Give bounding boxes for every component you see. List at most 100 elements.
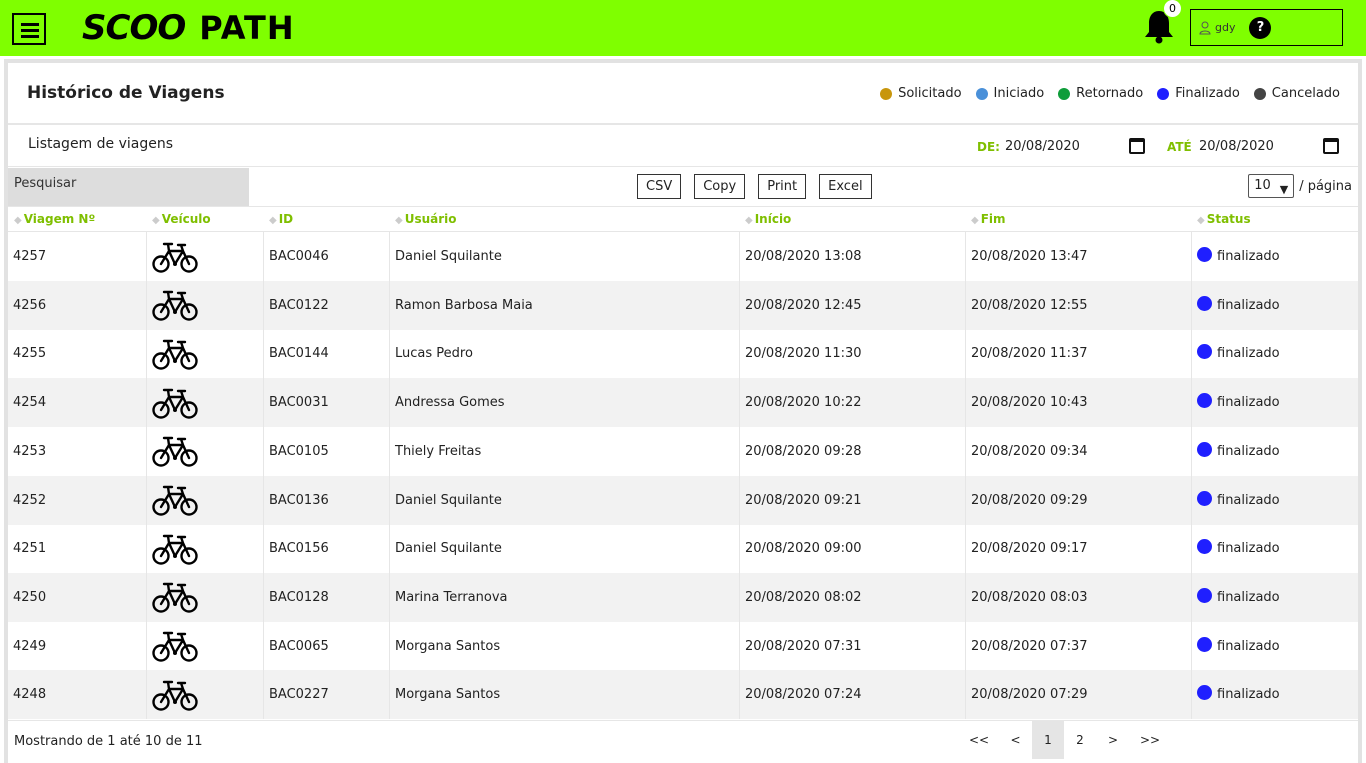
column-header-user[interactable]: ◆ Usuário <box>395 212 457 226</box>
search-input[interactable]: Pesquisar <box>8 168 249 206</box>
date-to-input[interactable]: 20/08/2020 <box>1199 139 1274 154</box>
table-row[interactable]: 4254 BAC0031 Andressa Gomes 20/08/2020 10:2… <box>8 378 1358 428</box>
cell-end-text: 20/08/2020 12:55 <box>971 297 1088 313</box>
cell-end: 20/08/2020 09:17 <box>965 524 1191 574</box>
status-dot <box>1197 539 1212 555</box>
cell-end-text: 20/08/2020 09:17 <box>971 541 1088 557</box>
page-title: Histórico de Viagens <box>27 83 225 103</box>
status-text: finalizado <box>1217 638 1280 654</box>
calendar-icon[interactable] <box>1323 138 1339 154</box>
column-header-start[interactable]: ◆ Início <box>745 212 791 226</box>
cell-trip: 4257 <box>8 232 146 281</box>
table-row[interactable]: 4256 BAC0122 Ramon Barbosa Maia 20/08/2020 … <box>8 280 1358 330</box>
per-page-suffix: / página <box>1299 178 1352 194</box>
date-from-input[interactable]: 20/08/2020 <box>1005 139 1080 154</box>
sort-icon: ◆ <box>971 215 979 226</box>
cell-id: BAC0156 <box>263 524 389 574</box>
status-dot <box>1197 490 1212 506</box>
column-label: Status <box>1206 212 1251 226</box>
cell-user: Marina Terranova <box>389 572 739 622</box>
sort-icon: ◆ <box>14 215 22 226</box>
legend-label: Solicitado <box>898 86 962 101</box>
cell-trip: 4252 <box>8 476 146 525</box>
cell-end: 20/08/2020 12:55 <box>965 280 1191 330</box>
sort-icon: ◆ <box>1197 215 1205 226</box>
bicycle-icon <box>152 388 198 419</box>
cell-user: Andressa Gomes <box>389 378 739 428</box>
csv-button[interactable]: CSV <box>637 174 682 199</box>
date-to-label: ATÉ <box>1167 140 1192 154</box>
logo-path-text: PATH <box>199 9 295 47</box>
cell-status: finalizado <box>1191 524 1358 574</box>
cell-id-text: BAC0046 <box>269 249 329 264</box>
cell-id-text: BAC0144 <box>269 346 329 362</box>
cell-end: 20/08/2020 08:03 <box>965 572 1191 622</box>
table-row[interactable]: 4249 BAC0065 Morgana Santos 20/08/2020 07:3… <box>8 621 1358 671</box>
cell-user: Morgana Santos <box>389 621 739 671</box>
hamburger-menu-button[interactable] <box>12 13 46 45</box>
column-label: Veículo <box>161 212 211 226</box>
cell-status: finalizado <box>1191 280 1358 330</box>
table-row[interactable]: 4257 BAC0046 Daniel Squilante 20/08/2020 13… <box>8 232 1358 281</box>
page-next-button[interactable]: > <box>1096 721 1130 759</box>
cell-user-text: Daniel Squilante <box>395 249 502 264</box>
user-icon <box>1199 21 1211 34</box>
column-header-end[interactable]: ◆ Fim <box>971 212 1006 226</box>
cell-user: Lucas Pedro <box>389 329 739 379</box>
legend-item-retornado: Retornado <box>1058 86 1143 101</box>
print-button[interactable]: Print <box>758 174 807 199</box>
status-text: finalizado <box>1217 297 1280 313</box>
bicycle-icon <box>152 583 198 614</box>
cell-start-text: 20/08/2020 09:28 <box>745 443 862 459</box>
bicycle-icon <box>152 290 198 321</box>
column-header-id[interactable]: ◆ ID <box>269 212 293 226</box>
cell-user-text: Daniel Squilante <box>395 541 502 557</box>
bicycle-icon <box>152 534 198 565</box>
table-header: ◆ Viagem Nº ◆ Veículo ◆ ID ◆ Usuário ◆ Início… <box>8 206 1358 232</box>
per-page-select[interactable]: 10 ▼ <box>1248 174 1295 198</box>
cell-user-text: Ramon Barbosa Maia <box>395 297 533 313</box>
cell-id-text: BAC0122 <box>269 297 329 313</box>
cell-end: 20/08/2020 10:43 <box>965 378 1191 428</box>
column-header-status[interactable]: ◆ Status <box>1197 212 1251 226</box>
cell-start: 20/08/2020 07:24 <box>739 670 965 720</box>
calendar-icon[interactable] <box>1129 138 1145 154</box>
column-header-vehicle[interactable]: ◆ Veículo <box>152 212 211 226</box>
status-dot <box>1197 344 1212 360</box>
page-2-button[interactable]: 2 <box>1064 721 1096 759</box>
cell-start-text: 20/08/2020 07:24 <box>745 687 862 703</box>
table-row[interactable]: 4253 BAC0105 Thiely Freitas 20/08/2020 09:2… <box>8 426 1358 476</box>
list-subheader: Listagem de viagens DE: 20/08/2020 ATÉ 2… <box>8 127 1358 167</box>
bicycle-icon <box>152 242 198 273</box>
bicycle-icon <box>152 631 198 662</box>
cell-end: 20/08/2020 09:34 <box>965 426 1191 476</box>
excel-button[interactable]: Excel <box>819 174 872 199</box>
table-row[interactable]: 4255 BAC0144 Lucas Pedro 20/08/2020 11:30 20… <box>8 329 1358 379</box>
cell-vehicle <box>146 280 263 330</box>
cell-end: 20/08/2020 09:29 <box>965 475 1191 525</box>
page-1-button[interactable]: 1 <box>1032 721 1064 759</box>
cell-start: 20/08/2020 12:45 <box>739 280 965 330</box>
table-row[interactable]: 4251 BAC0156 Daniel Squilante 20/08/2020 09… <box>8 524 1358 574</box>
help-icon[interactable]: ? <box>1249 16 1272 39</box>
legend-dot <box>1058 87 1071 100</box>
table-row[interactable]: 4250 BAC0128 Marina Terranova 20/08/2020 08… <box>8 572 1358 622</box>
cell-trip: 4249 <box>8 622 146 671</box>
page-first-button[interactable]: << <box>959 721 999 759</box>
list-subtitle: Listagem de viagens <box>28 136 174 152</box>
table-row[interactable]: 4252 BAC0136 Daniel Squilante 20/08/2020 09… <box>8 475 1358 525</box>
logo[interactable]: SCOO PATH <box>82 8 295 48</box>
table-row[interactable]: 4248 BAC0227 Morgana Santos 20/08/2020 07:2… <box>8 670 1358 720</box>
cell-start: 20/08/2020 09:00 <box>739 524 965 574</box>
page-prev-button[interactable]: < <box>999 721 1032 759</box>
user-menu[interactable]: gdy ? <box>1190 9 1343 46</box>
cell-id: BAC0128 <box>263 572 389 622</box>
cell-start-text: 20/08/2020 13:08 <box>745 249 862 264</box>
cell-start-text: 20/08/2020 12:45 <box>745 297 862 313</box>
cell-end-text: 20/08/2020 10:43 <box>971 395 1088 411</box>
column-label: ID <box>278 212 294 226</box>
copy-button[interactable]: Copy <box>694 174 746 199</box>
column-header-trip[interactable]: ◆ Viagem Nº <box>14 212 95 226</box>
page-last-button[interactable]: >> <box>1130 721 1170 759</box>
status-dot <box>1197 295 1212 311</box>
